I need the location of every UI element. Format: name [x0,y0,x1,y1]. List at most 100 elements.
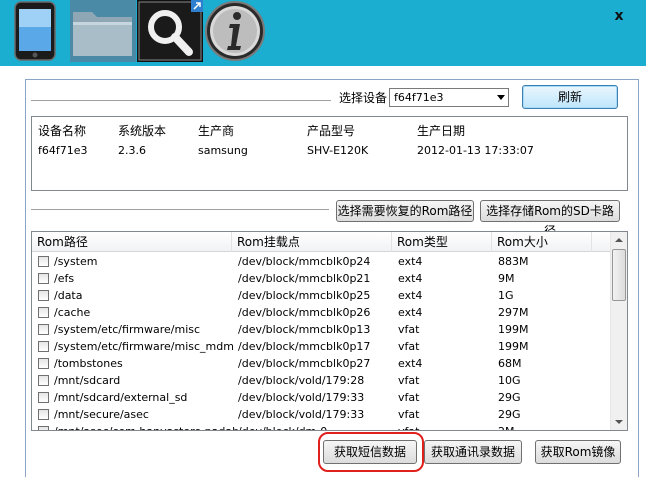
row-checkbox[interactable] [38,256,49,267]
rom-path-cell: /cache [54,306,91,319]
rom-path-cell: /mnt/asec/com.hanyastore.padab [54,425,239,430]
rom-table: Rom路径 Rom挂载点 Rom类型 Rom大小 /system/dev/blo… [31,231,628,431]
divider [31,100,331,102]
get-rom-image-button[interactable]: 获取Rom镜像 [535,440,621,464]
toolbar: x [0,0,646,66]
table-row[interactable]: /data/dev/block/mmcblk0p25 ext4 1G [32,287,610,304]
rom-path-cell: /system/etc/firmware/misc [54,323,201,336]
os-version-value: 2.3.6 [118,144,146,157]
row-checkbox[interactable] [38,324,49,335]
rom-type-cell: vfat [398,374,420,387]
device-name-value: f64f71e3 [38,144,88,157]
model-value: SHV-E120K [307,144,369,157]
device-select[interactable]: f64f71e3 [389,88,509,107]
select-restore-rom-path-button[interactable]: 选择需要恢复的Rom路径 [336,200,474,222]
row-checkbox[interactable] [38,273,49,284]
rom-size-cell: 68M [498,357,522,370]
rom-mount-cell: /dev/block/vold/179:33 [238,391,365,404]
app-window: x 选择设备 f64f71e3 刷新 设备名称 系统版本 生产商 产品型号 生产… [0,0,646,477]
rom-type-cell: vfat [398,340,420,353]
scroll-up-icon[interactable] [611,232,627,248]
rom-mount-cell: /dev/block/vold/179:33 [238,408,365,421]
rom-mount-cell: /dev/block/mmcblk0p13 [238,323,371,336]
rom-type-cell: ext4 [398,289,423,302]
col-header-model: 产品型号 [307,124,356,138]
rom-mount-cell: /dev/block/mmcblk0p24 [238,255,371,268]
rom-path-cell: /mnt/sdcard [54,374,121,387]
get-sms-data-button[interactable]: 获取短信数据 [323,440,417,464]
row-checkbox[interactable] [38,392,49,403]
table-row[interactable]: /system/etc/firmware/misc/dev/block/mmcb… [32,321,610,338]
rom-mount-cell: /dev/block/mmcblk0p17 [238,340,371,353]
search-icon[interactable] [137,0,203,62]
rom-path-cell: /system/etc/firmware/misc_mdm [54,340,234,353]
rom-type-cell: vfat [398,425,419,430]
col-header-rom-path[interactable]: Rom路径 [32,232,232,252]
rom-type-cell: ext4 [398,272,423,285]
col-header-rom-type[interactable]: Rom类型 [392,232,492,252]
table-row[interactable]: /mnt/asec/com.hanyastore.padab/dev/block… [32,423,610,430]
col-header-rom-mount[interactable]: Rom挂载点 [232,232,392,252]
rom-mount-cell: /dev/block/vold/179:28 [238,374,365,387]
device-select-label: 选择设备 [339,91,388,105]
rom-type-cell: ext4 [398,357,423,370]
rom-mount-cell: /dev/block/mmcblk0p26 [238,306,371,319]
scrollbar-thumb[interactable] [612,249,626,301]
table-row[interactable]: /efs/dev/block/mmcblk0p21 ext4 9M [32,270,610,287]
close-button[interactable]: x [610,8,628,24]
table-row[interactable]: /mnt/sdcard/external_sd/dev/block/vold/1… [32,389,610,406]
row-checkbox[interactable] [38,307,49,318]
rom-size-cell: 2M [498,425,515,430]
select-sd-rom-path-button[interactable]: 选择存储Rom的SD卡路径 [480,200,620,238]
rom-size-cell: 883M [498,255,529,268]
scroll-down-icon[interactable] [611,414,627,430]
refresh-button[interactable]: 刷新 [522,85,618,109]
rom-path-cell: /tombstones [54,357,123,370]
divider [31,209,329,211]
row-checkbox[interactable] [38,358,49,369]
folder-icon[interactable] [70,0,136,62]
rom-type-cell: ext4 [398,255,423,268]
table-row[interactable]: /mnt/sdcard/dev/block/vold/179:28 vfat 10G [32,372,610,389]
col-header-manufacturer: 生产商 [198,124,235,138]
col-header-manufacture-date: 生产日期 [417,124,466,138]
info-icon[interactable] [203,0,267,62]
row-checkbox[interactable] [38,426,49,430]
rom-table-header: Rom路径 Rom挂载点 Rom类型 Rom大小 [32,232,610,252]
rom-size-cell: 199M [498,340,529,353]
rom-mount-cell: /dev/block/dm-0 [238,425,327,430]
manufacture-date-value: 2012-01-13 17:33:07 [417,144,534,157]
rom-size-cell: 199M [498,323,529,336]
get-contacts-data-button[interactable]: 获取通讯录数据 [424,440,522,464]
row-checkbox[interactable] [38,409,49,420]
table-row[interactable]: /tombstones/dev/block/mmcblk0p27 ext4 68M [32,355,610,372]
table-row[interactable]: /mnt/secure/asec/dev/block/vold/179:33 vf… [32,406,610,423]
rom-size-cell: 9M [498,272,515,285]
rom-path-cell: /data [54,289,83,302]
col-header-rom-size[interactable]: Rom大小 [492,232,592,252]
manufacturer-value: samsung [198,144,248,157]
phone-icon[interactable] [3,0,67,62]
row-checkbox[interactable] [38,341,49,352]
row-checkbox[interactable] [38,375,49,386]
vertical-scrollbar[interactable] [610,232,627,430]
rom-mount-cell: /dev/block/mmcblk0p25 [238,289,371,302]
rom-type-cell: ext4 [398,306,423,319]
rom-path-cell: /efs [54,272,75,285]
table-row[interactable]: /cache/dev/block/mmcblk0p26 ext4 297M [32,304,610,321]
rom-mount-cell: /dev/block/mmcblk0p21 [238,272,371,285]
rom-size-cell: 1G [498,289,514,302]
rom-type-cell: vfat [398,408,420,421]
rom-size-cell: 29G [498,391,521,404]
rom-type-cell: vfat [398,391,420,404]
rom-size-cell: 10G [498,374,521,387]
col-header-os-version: 系统版本 [118,124,167,138]
table-row[interactable]: /system/etc/firmware/misc_mdm/dev/block/… [32,338,610,355]
rom-size-cell: 297M [498,306,529,319]
col-header-device-name: 设备名称 [38,124,87,138]
chevron-down-icon [497,95,505,100]
rom-path-cell: /system [54,255,98,268]
table-row[interactable]: /system/dev/block/mmcblk0p24 ext4 883M [32,253,610,270]
device-info-table: 设备名称 系统版本 生产商 产品型号 生产日期 f64f71e3 2.3.6 s… [31,116,628,191]
row-checkbox[interactable] [38,290,49,301]
